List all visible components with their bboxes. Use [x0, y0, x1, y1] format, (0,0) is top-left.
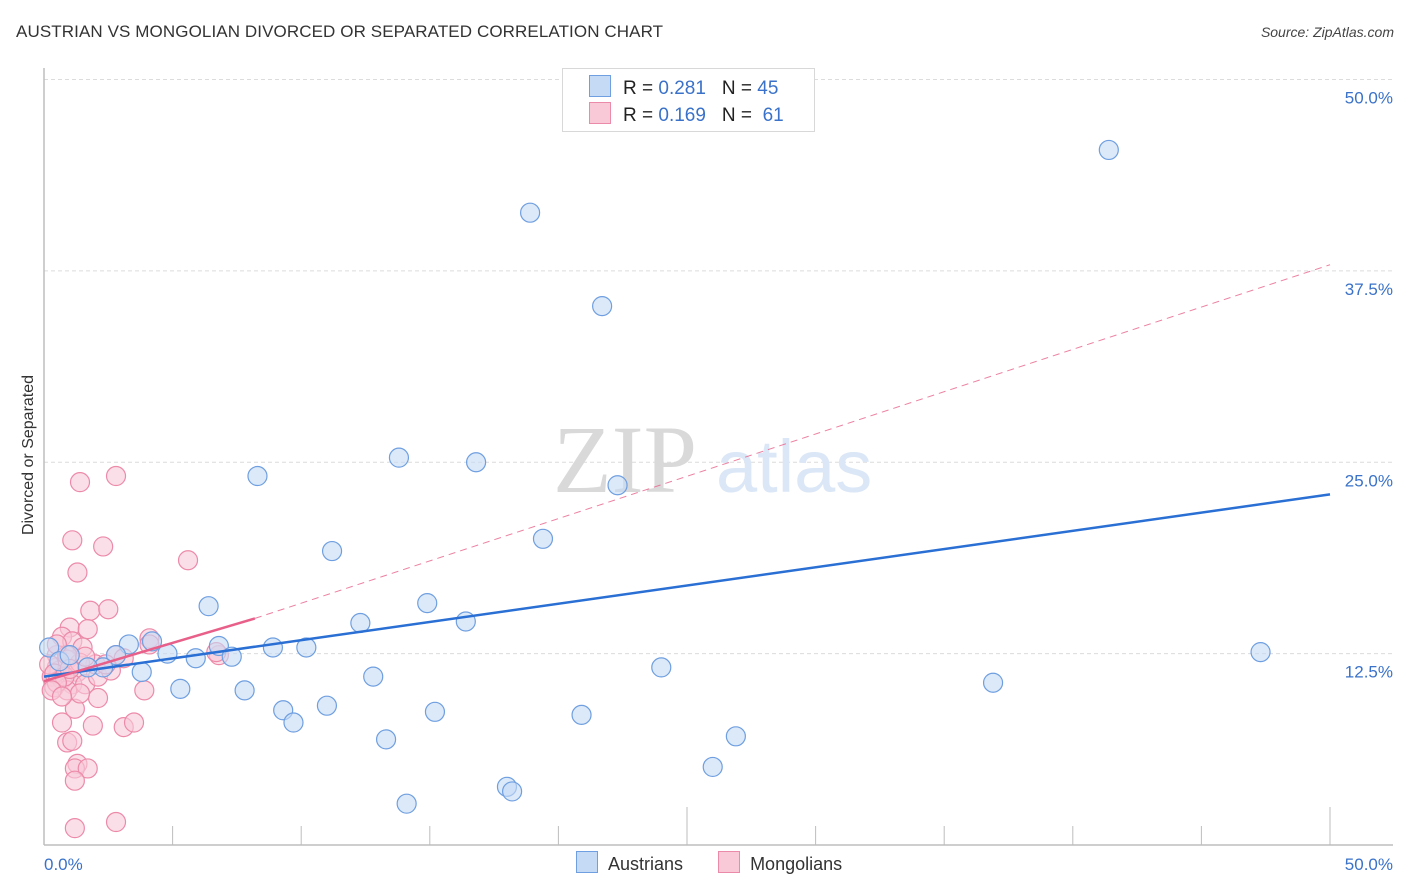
data-point-austrians [417, 593, 438, 614]
data-point-austrians [424, 701, 446, 722]
data-point-austrians [234, 680, 255, 701]
r-value-mongolians: 0.169 [658, 105, 706, 126]
data-point-austrians [502, 781, 523, 802]
y-tick-label: 12.5% [1345, 663, 1393, 682]
data-point-mongolians [87, 687, 109, 709]
data-point-mongolians [51, 712, 73, 733]
n-label: N = [721, 78, 758, 99]
data-point-austrians [198, 596, 219, 617]
data-point-austrians [170, 678, 191, 699]
data-point-austrians [725, 726, 746, 747]
data-point-mongolians [80, 600, 101, 621]
legend-swatch-mongolians [589, 102, 611, 124]
data-point-austrians [363, 666, 384, 687]
data-point-austrians [702, 756, 723, 778]
data-point-mongolians [77, 619, 98, 640]
y-tick-labels: 12.5% 25.0% 37.5% 50.0% [1345, 89, 1393, 682]
data-point-austrians [571, 704, 592, 725]
y-tick-label: 50.0% [1345, 89, 1393, 108]
data-point-austrians [185, 648, 206, 669]
watermark: ZIP atlas [553, 406, 872, 513]
r-value-austrians: 0.281 [658, 78, 706, 99]
data-point-austrians [465, 452, 487, 473]
legend-swatch-austrians [576, 851, 598, 873]
legend-item-austrians[interactable]: Austrians [576, 851, 683, 875]
data-point-mongolians [134, 680, 155, 701]
x-tick-label-max: 50.0% [1345, 855, 1393, 874]
data-point-mongolians [51, 686, 73, 707]
legend-item-mongolians[interactable]: Mongolians [718, 851, 842, 875]
legend-row-mongolians: R = 0.169 N = 61 [589, 102, 784, 126]
data-point-austrians [375, 729, 397, 750]
scatter-chart: ZIP atlas 12.5% 25.0% 37.5% 50.0% 0.0% 50.0… [20, 68, 1393, 874]
legend-label-mongolians: Mongolians [750, 854, 843, 874]
data-point-mongolians [69, 683, 91, 704]
data-point-mongolians [98, 599, 119, 620]
data-point-mongolians [67, 562, 88, 583]
data-point-austrians [262, 637, 284, 658]
legend-swatch-mongolians [718, 851, 741, 873]
n-value-mongolians: 61 [757, 105, 784, 126]
data-point-austrians [316, 695, 338, 716]
data-point-austrians [607, 475, 628, 496]
data-point-austrians [532, 528, 554, 549]
data-point-mongolians [93, 536, 114, 557]
n-label: N = [721, 105, 758, 126]
correlation-legend: R = 0.281 N = 45 R = 0.169 N = 61 [562, 68, 815, 132]
data-point-austrians [1250, 641, 1271, 663]
legend-row-austrians: R = 0.281 N = 45 [589, 75, 778, 99]
data-point-austrians [388, 447, 410, 468]
data-point-mongolians [62, 530, 83, 551]
data-point-mongolians [64, 770, 85, 791]
data-point-mongolians [64, 818, 85, 839]
data-point-austrians [396, 793, 417, 814]
y-tick-label: 25.0% [1345, 471, 1393, 490]
data-point-mongolians [62, 730, 83, 751]
data-point-austrians [592, 295, 613, 317]
data-point-mongolians [123, 712, 145, 733]
data-point-austrians [283, 712, 304, 733]
watermark-atlas: atlas [716, 425, 872, 508]
data-point-austrians [321, 540, 343, 562]
data-point-mongolians [105, 465, 127, 487]
data-point-austrians [1098, 139, 1119, 161]
data-point-austrians [651, 657, 672, 678]
r-label: R = [623, 105, 659, 126]
y-tick-label: 37.5% [1345, 280, 1393, 299]
x-tick-label-min: 0.0% [44, 855, 83, 874]
data-point-mongolians [69, 472, 91, 493]
legend-swatch-austrians [589, 75, 611, 97]
y-axis-label: Divorced or Separated [20, 375, 37, 535]
data-point-austrians [982, 672, 1004, 693]
r-label: R = [623, 78, 659, 99]
gridlines [44, 79, 1393, 655]
data-point-mongolians [82, 715, 103, 736]
n-value-austrians: 45 [757, 78, 779, 99]
data-point-austrians [59, 645, 80, 666]
series-legend: Austrians Mongolians [576, 851, 872, 875]
trend-line-austrians [43, 493, 1331, 678]
trend-line-extension-mongolians [254, 264, 1331, 619]
data-point-mongolians [177, 550, 199, 571]
data-point-mongolians [105, 811, 127, 833]
data-point-austrians [520, 202, 541, 223]
legend-label-austrians: Austrians [608, 854, 684, 874]
data-point-austrians [247, 465, 268, 487]
data-point-austrians [131, 661, 152, 683]
